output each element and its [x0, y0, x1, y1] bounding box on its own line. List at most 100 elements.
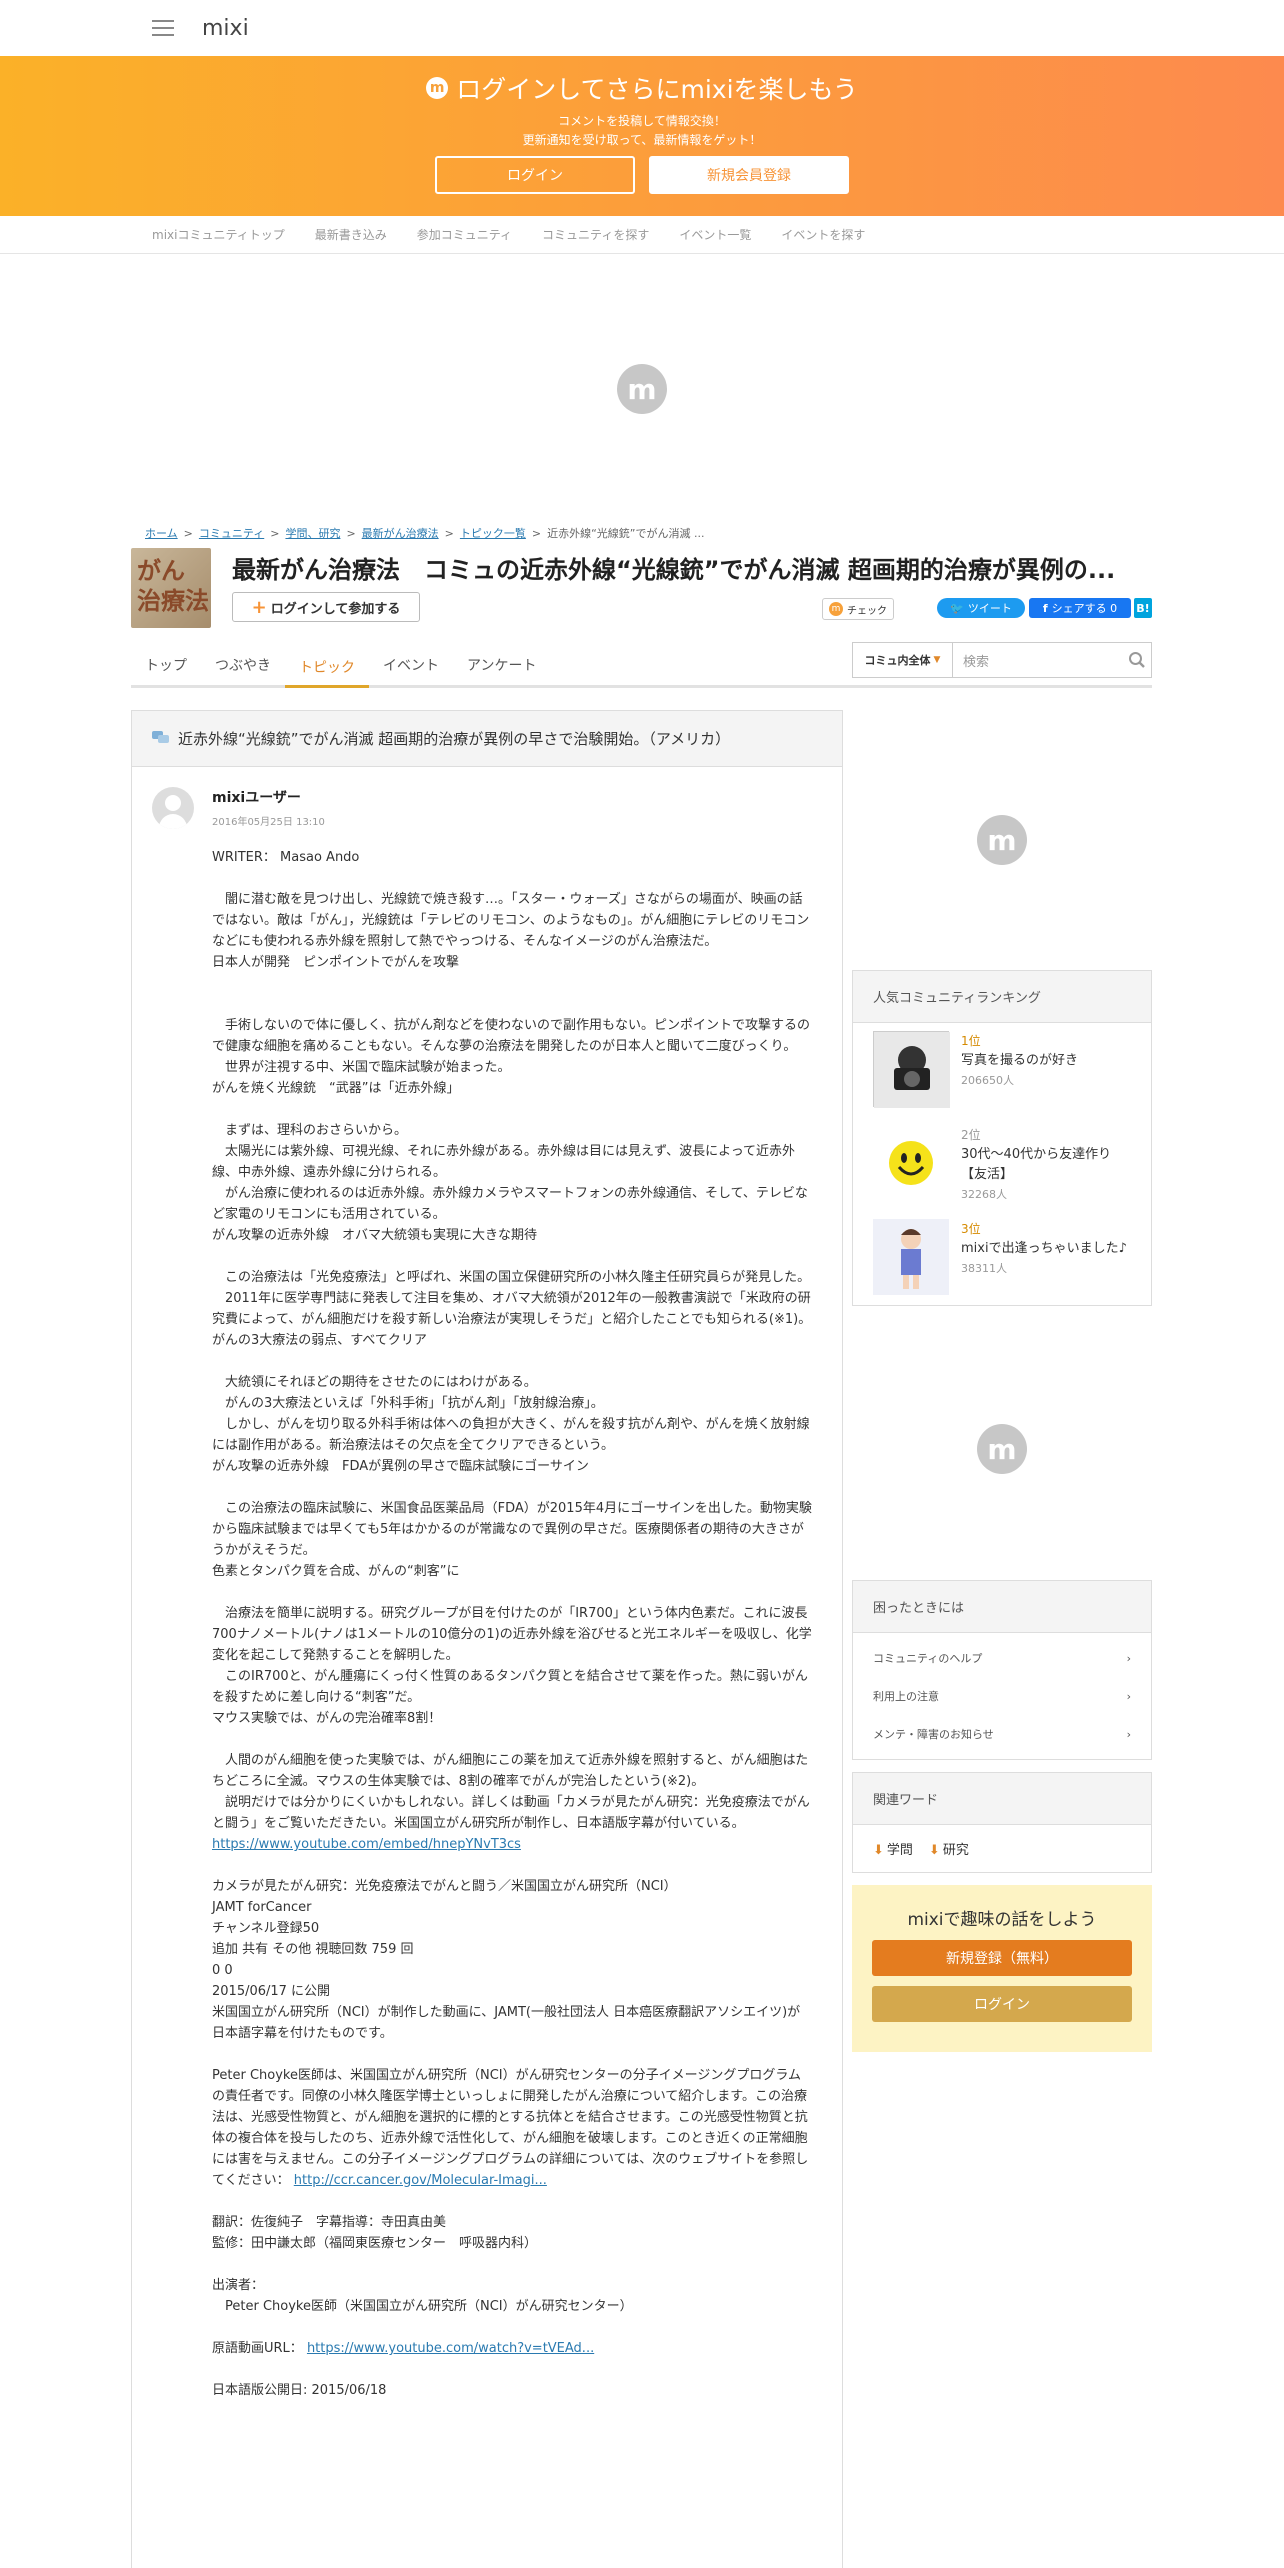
community-thumbnail[interactable]: がん 治療法 — [131, 548, 211, 628]
community-title: 最新がん治療法 コミュの近赤外線“光線銃”でがん消滅 超画期的治療が異例の... — [232, 556, 1116, 584]
keyword-link[interactable]: ⬇ 研究 — [929, 1839, 969, 1858]
plus-icon: + — [251, 596, 267, 618]
help-item[interactable]: メンテ・障害のお知らせ › — [853, 1715, 1151, 1753]
twitter-icon: 🐦 — [950, 601, 964, 615]
facebook-icon: f — [1042, 601, 1048, 615]
ranking-count: 38311人 — [961, 1262, 1007, 1275]
help-item[interactable]: コミュニティのヘルプ › — [853, 1639, 1151, 1677]
tab-top[interactable]: トップ — [131, 645, 201, 685]
tab-events[interactable]: イベント — [369, 645, 453, 685]
login-button[interactable]: ログイン — [435, 156, 635, 194]
breadcrumb: ホーム > コミュニティ > 学問、研究 > 最新がん治療法 > トピック一覧 > 近赤外… — [145, 525, 705, 541]
topic-panel: 近赤外線“光線銃”でがん消滅 超画期的治療が異例の早さで治験開始。（アメリカ） … — [131, 710, 843, 2568]
facebook-share-button[interactable]: f シェアする 0 — [1029, 598, 1131, 618]
help-item[interactable]: 利用上の注意 › — [853, 1677, 1151, 1715]
subnav-find-community[interactable]: コミュニティを探す — [542, 226, 649, 243]
breadcrumb-community[interactable]: コミュニティ — [199, 525, 264, 541]
tweet-button[interactable]: 🐦 ツイート — [937, 598, 1025, 618]
promo-login-button[interactable]: ログイン — [872, 1986, 1132, 2022]
avatar[interactable] — [152, 787, 194, 829]
login-banner: m ログインしてさらにmixiを楽しもう コメントを投稿して情報交換！ 更新通知を… — [0, 56, 1284, 216]
promo-title: mixiで趣味の話をしよう — [907, 1910, 1097, 1930]
chevron-down-icon: ▼ — [933, 655, 941, 665]
ranking-count: 206650人 — [961, 1074, 1014, 1087]
join-button[interactable]: + ログインして参加する — [232, 592, 420, 622]
help-title: 困ったときには — [853, 1581, 1151, 1633]
ranking-name: 30代～40代から友達作り【友活】 — [961, 1147, 1112, 1182]
sub-nav: mixiコミュニティトップ 最新書き込み 参加コミュニティ コミュニティを探す … — [0, 216, 1284, 254]
search-box: コミュ内全体 ▼ 検索 — [852, 642, 1152, 678]
nci-link[interactable]: http://ccr.cancer.gov/Molecular-Imagi... — [294, 2173, 547, 2188]
tab-topics[interactable]: トピック — [285, 648, 369, 688]
original-video-link[interactable]: https://www.youtube.com/watch?v=tVEAd... — [307, 2341, 594, 2356]
keywords-box: 関連ワード ⬇ 学問 ⬇ 研究 — [852, 1772, 1152, 1873]
post-body: WRITER： Masao Ando 闇に潜む敵を見つけ出し、光線銃で焼き殺す…… — [212, 847, 812, 2401]
search-scope-select[interactable]: コミュ内全体 ▼ — [853, 643, 953, 677]
breadcrumb-category[interactable]: 学問、研究 — [285, 525, 340, 541]
post-text-2: カメラが見たがん研究：光免疫療法でがんと闘う／米国国立がん研究所（NCI） JA… — [212, 1879, 809, 2188]
ranking-rank: 3位 — [961, 1222, 981, 1236]
search-input[interactable]: 検索 — [953, 651, 1123, 670]
ranking-name: 写真を撮るのが好き — [961, 1053, 1079, 1068]
search-icon[interactable] — [1123, 651, 1151, 669]
top-bar: mixi — [0, 0, 1284, 56]
logo[interactable]: mixi — [202, 16, 249, 41]
ranking-name: mixiで出逢っちゃいました♪ — [961, 1241, 1127, 1256]
pin-icon: ⬇ — [928, 1843, 940, 1858]
smiley-thumbnail — [873, 1125, 949, 1201]
menu-icon[interactable] — [152, 20, 174, 36]
pin-icon: ⬇ — [873, 1843, 884, 1858]
chevron-right-icon: › — [1126, 1651, 1131, 1665]
signup-promo: mixiで趣味の話をしよう 新規登録（無料） ログイン — [852, 1885, 1152, 2052]
ad-slot: m — [0, 254, 1284, 524]
check-button[interactable]: m チェック — [822, 598, 894, 620]
subnav-latest-posts[interactable]: 最新書き込み — [315, 226, 387, 243]
mixi-placeholder-icon: m — [617, 364, 667, 414]
subnav-event-list[interactable]: イベント一覧 — [679, 226, 751, 243]
topic-header: 近赤外線“光線銃”でがん消滅 超画期的治療が異例の早さで治験開始。（アメリカ） — [132, 711, 842, 767]
banner-line2: 更新通知を受け取って、最新情報をゲット！ — [522, 133, 762, 147]
register-button[interactable]: 新規会員登録 — [649, 156, 849, 194]
sidebar-ad-slot-2: m — [852, 1318, 1152, 1580]
chevron-right-icon: › — [1126, 1727, 1131, 1741]
breadcrumb-community-name[interactable]: 最新がん治療法 — [362, 525, 439, 541]
hatena-bookmark-button[interactable]: B! — [1134, 598, 1152, 618]
ranking-item[interactable]: 3位 mixiで出逢っちゃいました♪ 38311人 — [853, 1211, 1151, 1305]
banner-line1: コメントを投稿して情報交換！ — [558, 114, 726, 128]
topic-icon — [152, 729, 170, 749]
post-text-4: 日本語版公開日: 2015/06/18 — [212, 2383, 387, 2398]
youtube-embed-link[interactable]: https://www.youtube.com/embed/hnepYNvT3c… — [212, 1837, 521, 1852]
post-text-3: 翻訳：佐復純子 字幕指導：寺田真由美 監修：田中謙太郎（福岡東医療センター 呼吸… — [212, 2215, 633, 2356]
girl-thumbnail — [873, 1219, 949, 1295]
breadcrumb-current: 近赤外線“光線銃”でがん消滅 ... — [547, 527, 705, 540]
ranking-rank: 1位 — [961, 1034, 981, 1048]
ranking-item[interactable]: 2位 30代～40代から友達作り【友活】 32268人 — [853, 1117, 1151, 1211]
tab-surveys[interactable]: アンケート — [453, 645, 550, 685]
community-tabs: トップ つぶやき トピック イベント アンケート コミュ内全体 ▼ 検索 — [131, 642, 1152, 688]
keyword-link[interactable]: ⬇ 学問 — [873, 1839, 913, 1858]
ranking-item[interactable]: 1位写真を撮るのが好き 206650人 — [853, 1023, 1151, 1117]
post-author[interactable]: mixiユーザー — [212, 787, 301, 807]
community-header: がん 治療法 最新がん治療法 コミュの近赤外線“光線銃”でがん消滅 超画期的治療… — [0, 542, 1284, 642]
ranking-box: 人気コミュニティランキング 1位 写真を撮るのが好き 206650人 2位 30代～4… — [852, 970, 1152, 1306]
tab-tweets[interactable]: つぶやき — [201, 645, 285, 685]
sidebar-ad-slot: m — [852, 710, 1152, 970]
promo-register-button[interactable]: 新規登録（無料） — [872, 1940, 1132, 1976]
post-text-1: WRITER： Masao Ando 闇に潜む敵を見つけ出し、光線銃で焼き殺す…… — [212, 850, 812, 1831]
subnav-community-top[interactable]: mixiコミュニティトップ — [152, 226, 285, 243]
mixi-placeholder-icon: m — [977, 815, 1027, 865]
help-box: 困ったときには コミュニティのヘルプ › 利用上の注意 › メンテ・障害のお知らせ › — [852, 1580, 1152, 1760]
breadcrumb-topic-list[interactable]: トピック一覧 — [460, 525, 526, 541]
sidebar: m 人気コミュニティランキング 1位 写真を撮るのが好き 206650人 2位 30代… — [852, 710, 1152, 2052]
mixi-icon: m — [426, 77, 449, 99]
topic-title: 近赤外線“光線銃”でがん消滅 超画期的治療が異例の早さで治験開始。（アメリカ） — [178, 730, 731, 748]
banner-title: m ログインしてさらにmixiを楽しもう — [0, 70, 1284, 106]
chevron-right-icon: › — [1126, 1689, 1131, 1703]
ranking-count: 32268人 — [961, 1188, 1007, 1201]
subnav-joined-communities[interactable]: 参加コミュニティ — [417, 226, 512, 243]
keywords-title: 関連ワード — [853, 1773, 1151, 1825]
post-date: 2016年05月25日 13:10 — [212, 817, 325, 828]
breadcrumb-home[interactable]: ホーム — [145, 525, 178, 541]
subnav-find-event[interactable]: イベントを探す — [781, 226, 865, 243]
ranking-title: 人気コミュニティランキング — [853, 971, 1151, 1023]
